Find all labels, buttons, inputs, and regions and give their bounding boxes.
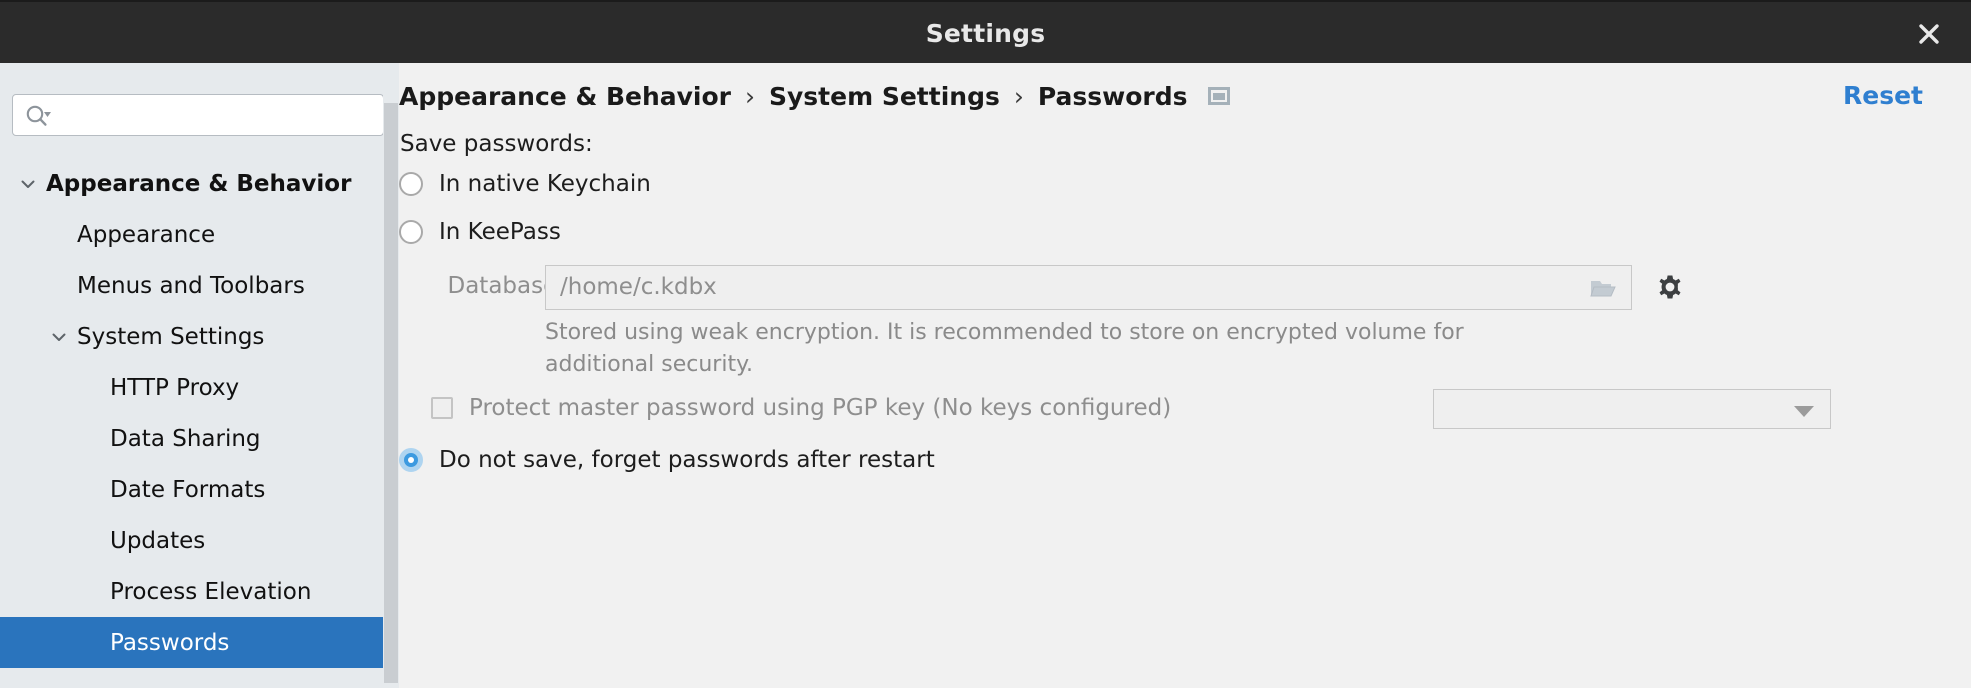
breadcrumb-item-system-settings[interactable]: System Settings (769, 82, 1000, 111)
pgp-checkbox-row[interactable]: Protect master password using PGP key (N… (431, 395, 1171, 421)
sidebar-item-menus-and-toolbars[interactable]: Menus and Toolbars (0, 260, 383, 311)
sidebar-item-updates[interactable]: Updates (0, 515, 383, 566)
radio-in-native-keychain[interactable]: In native Keychain (399, 171, 651, 197)
sidebar-item-label: Passwords (110, 629, 230, 656)
radio-label: Do not save, forget passwords after rest… (439, 447, 935, 473)
radio-icon[interactable] (399, 172, 423, 196)
search-input[interactable] (59, 95, 379, 135)
save-passwords-label: Save passwords: (400, 131, 593, 157)
search-box[interactable] (12, 94, 384, 136)
pgp-label: Protect master password using PGP key (N… (469, 395, 1172, 421)
sidebar-scrollbar[interactable] (383, 63, 399, 688)
chevron-down-icon[interactable] (14, 170, 42, 198)
radio-label: In KeePass (439, 219, 561, 245)
gear-icon[interactable] (1654, 271, 1686, 303)
sidebar-item-label: Updates (110, 527, 206, 554)
settings-sidebar: Appearance & Behavior Appearance Menus a… (0, 63, 399, 688)
breadcrumb-item-passwords[interactable]: Passwords (1038, 82, 1188, 111)
sidebar-item-http-proxy[interactable]: HTTP Proxy (0, 362, 383, 413)
radio-icon[interactable] (399, 448, 423, 472)
chevron-down-icon[interactable] (45, 323, 73, 351)
radio-do-not-save[interactable]: Do not save, forget passwords after rest… (399, 447, 935, 473)
breadcrumb-separator-icon: › (1013, 81, 1024, 111)
radio-label: In native Keychain (439, 171, 651, 197)
breadcrumb-item-appearance-and-behavior[interactable]: Appearance & Behavior (399, 82, 731, 111)
radio-in-keepass[interactable]: In KeePass (399, 219, 561, 245)
sidebar-item-label: Appearance (77, 221, 216, 248)
sidebar-item-date-formats[interactable]: Date Formats (0, 464, 383, 515)
folder-icon[interactable] (1589, 276, 1619, 300)
sidebar-item-label: HTTP Proxy (110, 374, 240, 401)
close-icon (1916, 21, 1942, 47)
breadcrumb: Appearance & Behavior › System Settings … (399, 75, 1230, 117)
sidebar-item-label: System Settings (77, 323, 265, 350)
sidebar-item-label: Process Elevation (110, 578, 312, 605)
window-title: Settings (925, 19, 1046, 48)
window-titlebar: Settings (0, 0, 1971, 63)
sidebar-item-label: Menus and Toolbars (77, 272, 305, 299)
sidebar-item-system-settings[interactable]: System Settings (0, 311, 383, 362)
breadcrumb-separator-icon: › (745, 81, 755, 111)
sidebar-item-data-sharing[interactable]: Data Sharing (0, 413, 383, 464)
chevron-down-icon (1794, 406, 1814, 417)
radio-icon[interactable] (399, 220, 423, 244)
sidebar-item-process-elevation[interactable]: Process Elevation (0, 566, 383, 617)
sidebar-item-label: Data Sharing (110, 425, 261, 452)
close-button[interactable] (1901, 2, 1957, 65)
settings-tree: Appearance & Behavior Appearance Menus a… (0, 158, 383, 668)
database-value: /home/c.kdbx (560, 274, 717, 300)
settings-content-panel: Appearance & Behavior › System Settings … (399, 63, 1971, 688)
database-field[interactable]: /home/c.kdbx (545, 265, 1632, 310)
pgp-key-select[interactable] (1433, 389, 1831, 429)
sidebar-item-appearance-and-behavior[interactable]: Appearance & Behavior (0, 158, 383, 209)
sidebar-item-appearance[interactable]: Appearance (0, 209, 383, 260)
encryption-note: Stored using weak encryption. It is reco… (545, 320, 1464, 377)
window-icon (1207, 87, 1230, 105)
sidebar-scrollbar-thumb[interactable] (384, 103, 398, 683)
search-icon (25, 104, 53, 128)
sidebar-item-label: Date Formats (110, 476, 266, 503)
reset-link[interactable]: Reset (1843, 75, 1923, 117)
sidebar-item-label: Appearance & Behavior (46, 170, 352, 197)
pgp-checkbox[interactable] (431, 397, 453, 419)
sidebar-item-passwords[interactable]: Passwords (0, 617, 383, 668)
